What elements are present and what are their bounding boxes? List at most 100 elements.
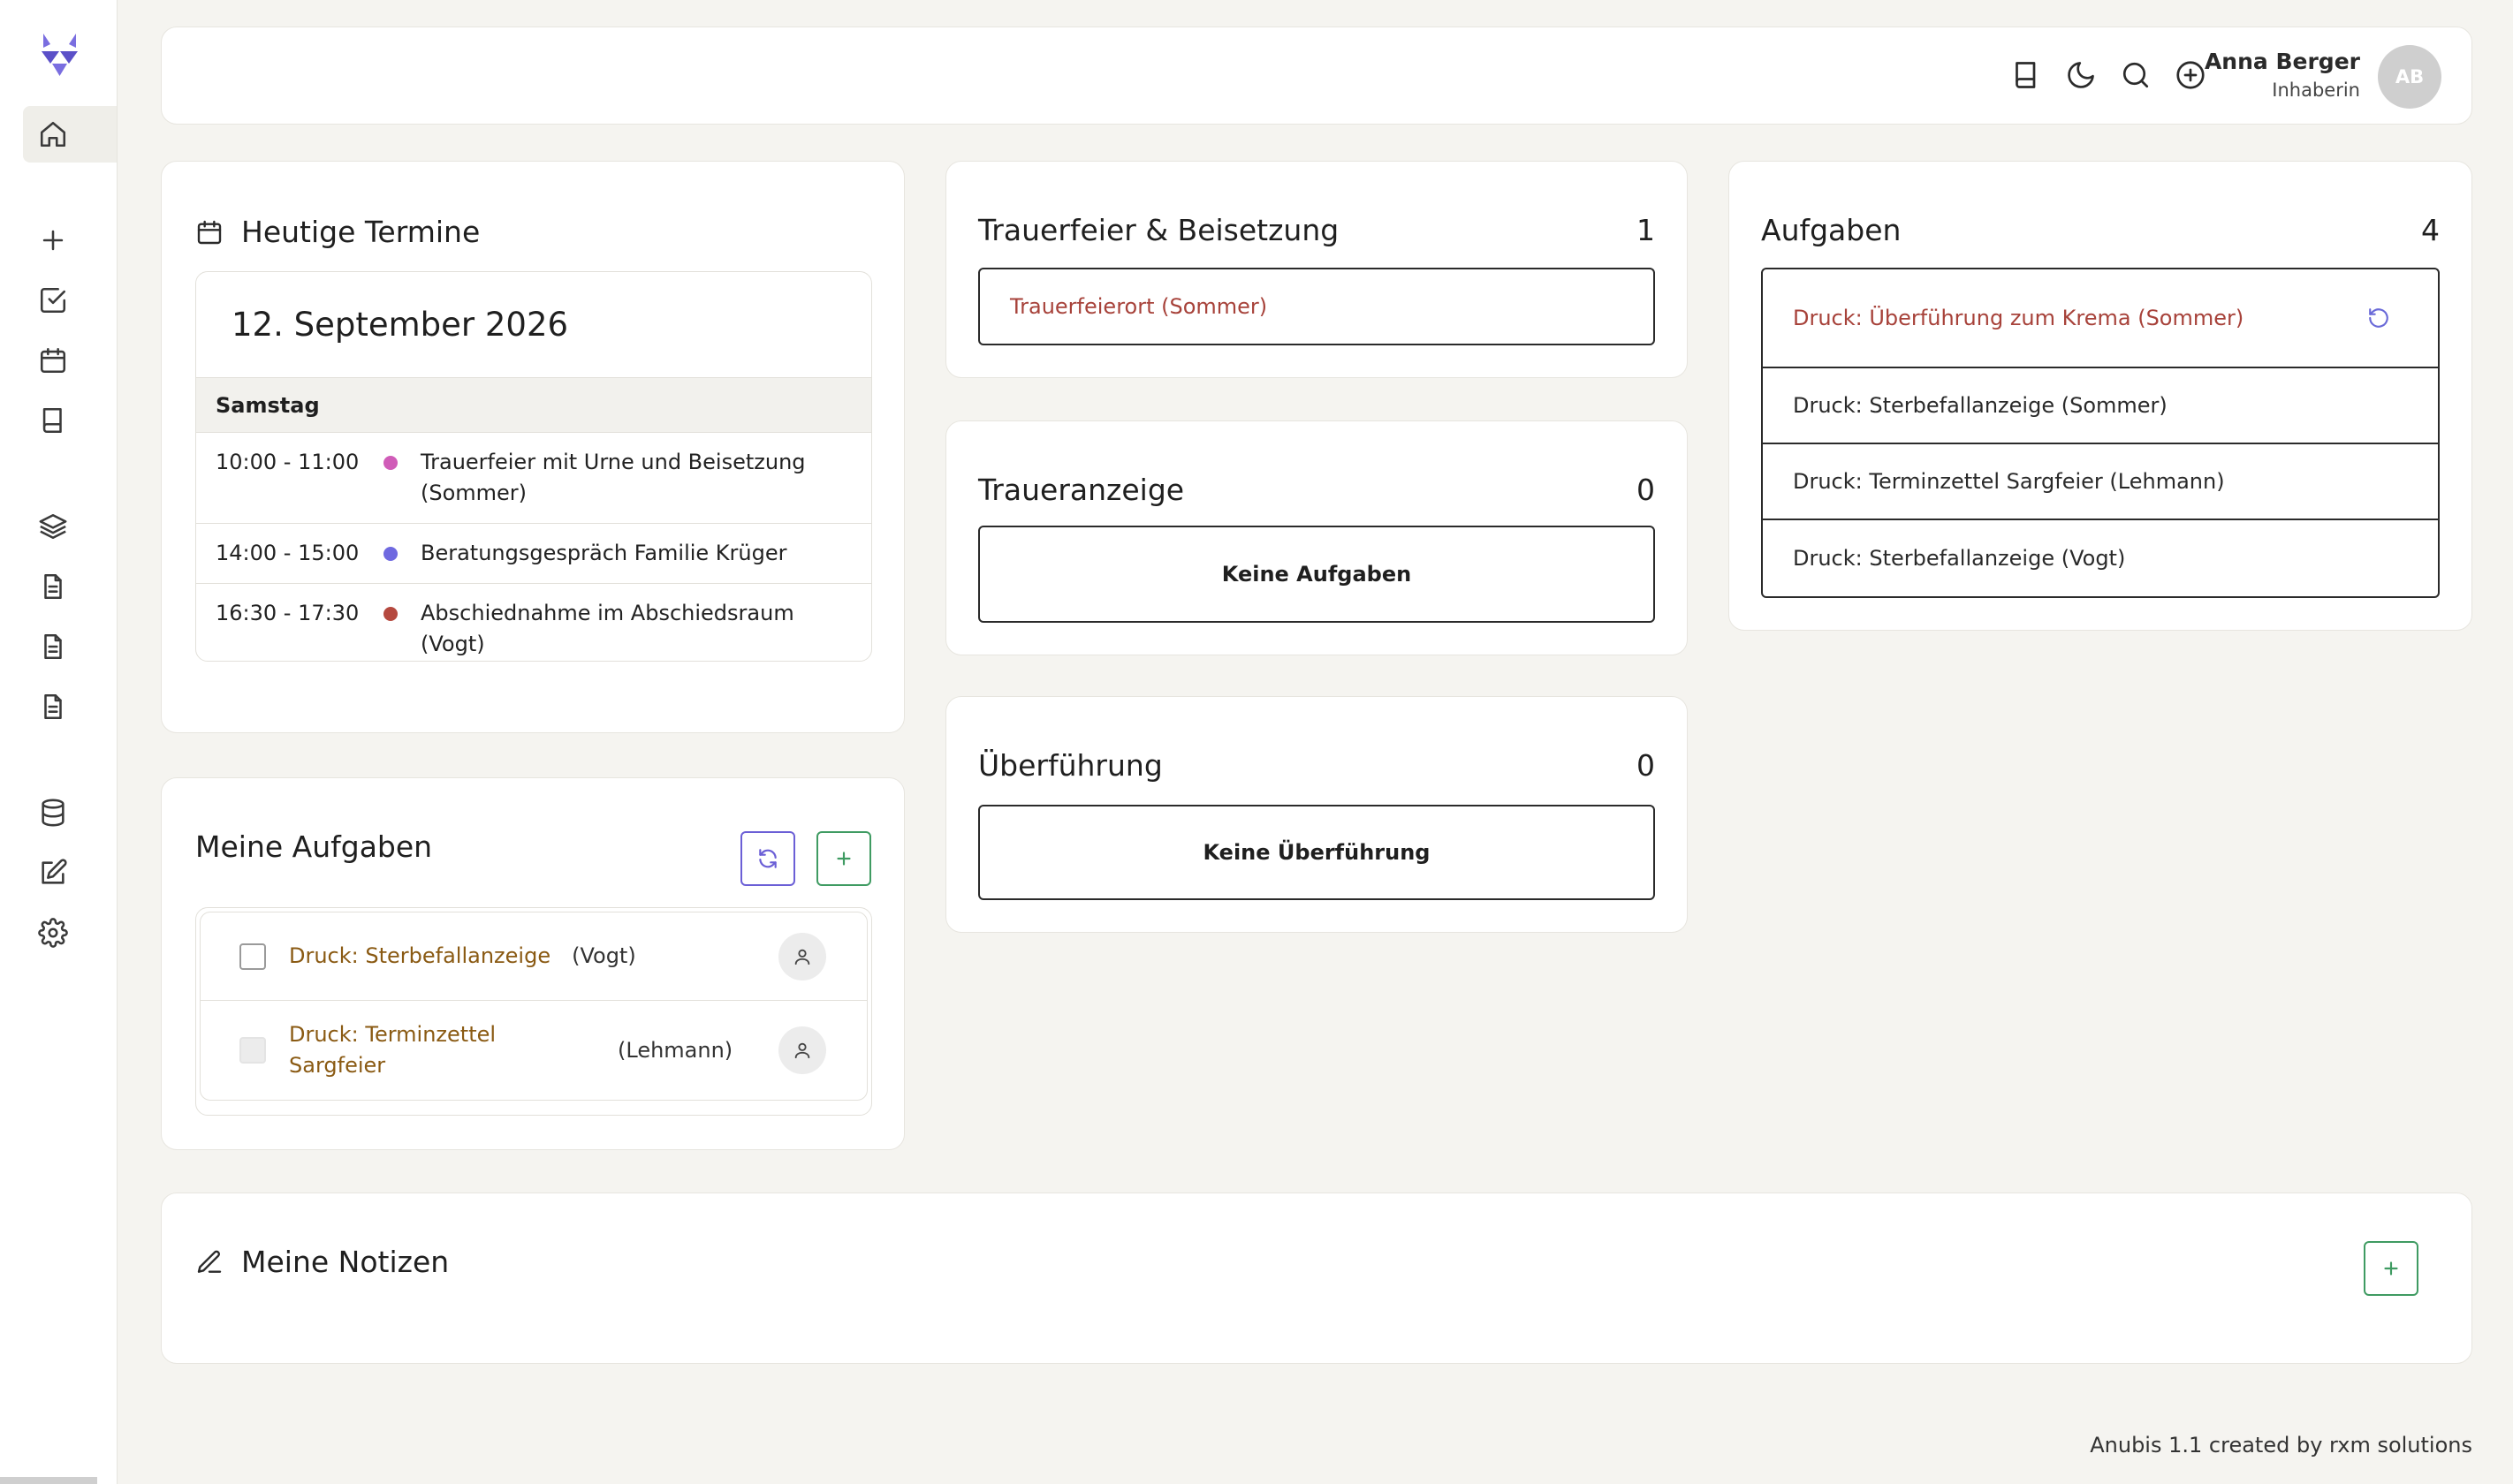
obituary-title: Traueranzeige xyxy=(978,473,1185,507)
obituary-count: 0 xyxy=(1636,473,1655,507)
obituary-empty: Keine Aufgaben xyxy=(978,526,1655,623)
nav-edit[interactable] xyxy=(23,844,117,901)
refresh-icon xyxy=(756,847,779,870)
task-checkbox[interactable] xyxy=(239,943,266,970)
funeral-card: Trauerfeier & Beisetzung 1 Trauerfeieror… xyxy=(945,161,1688,378)
nav-calendar[interactable] xyxy=(23,332,117,389)
appointment-row[interactable]: 14:00 - 15:00 Beratungsgespräch Familie … xyxy=(196,524,871,584)
moon-icon[interactable] xyxy=(2065,59,2097,91)
nav-document-1[interactable] xyxy=(23,558,117,615)
task-item-label: Druck: Überführung zum Krema (Sommer) xyxy=(1793,306,2244,330)
book-icon xyxy=(38,405,68,435)
nav-home[interactable] xyxy=(23,106,117,163)
today-appointments-header: Heutige Termine xyxy=(195,215,480,249)
plus-icon xyxy=(832,847,855,870)
assign-user-button[interactable] xyxy=(778,932,826,980)
database-icon xyxy=(38,798,68,828)
user-icon xyxy=(793,1041,812,1060)
appointment-dot xyxy=(383,547,398,561)
task-case: (Vogt) xyxy=(572,943,636,968)
assign-user-button[interactable] xyxy=(778,1026,826,1074)
my-tasks-title: Meine Aufgaben xyxy=(195,829,433,864)
transfer-empty: Keine Überführung xyxy=(978,805,1655,900)
nav-add[interactable] xyxy=(23,212,117,269)
today-appointments-title: Heutige Termine xyxy=(241,215,481,249)
document-icon xyxy=(38,572,68,602)
nav-layers[interactable] xyxy=(23,498,117,555)
search-icon[interactable] xyxy=(2120,59,2152,91)
pen-icon xyxy=(195,1248,224,1276)
task-link[interactable]: Druck: Sterbefallanzeige xyxy=(289,941,550,972)
transfer-title: Überführung xyxy=(978,748,1163,783)
task-item[interactable]: Druck: Sterbefallanzeige (Sommer) xyxy=(1763,368,2438,444)
add-task-button[interactable] xyxy=(816,831,871,886)
task-row[interactable]: Druck: Terminzettel Sargfeier (Lehmann) xyxy=(201,1001,867,1100)
task-item[interactable]: Druck: Terminzettel Sargfeier (Lehmann) xyxy=(1763,444,2438,520)
appointment-row[interactable]: 10:00 - 11:00 Trauerfeier mit Urne und B… xyxy=(196,433,871,524)
anubis-logo[interactable] xyxy=(40,32,80,78)
nav-book[interactable] xyxy=(23,392,117,449)
calendar-icon xyxy=(195,218,224,246)
check-square-icon xyxy=(38,285,68,315)
notes-header: Meine Notizen xyxy=(195,1245,449,1279)
appointment-title: Beratungsgespräch Familie Krüger xyxy=(421,541,787,565)
refresh-tasks-button[interactable] xyxy=(740,831,795,886)
document-icon xyxy=(38,632,68,662)
task-link[interactable]: Druck: Terminzettel Sargfeier xyxy=(289,1019,554,1081)
calendar-date: 12. September 2026 xyxy=(196,272,871,378)
funeral-item[interactable]: Trauerfeierort (Sommer) xyxy=(978,268,1655,345)
obituary-card: Traueranzeige 0 Keine Aufgaben xyxy=(945,420,1688,655)
user-icon xyxy=(793,947,812,966)
nav-tasks[interactable] xyxy=(23,272,117,329)
notes-title: Meine Notizen xyxy=(241,1245,450,1279)
undo-icon[interactable] xyxy=(2367,307,2390,329)
my-tasks-list: Druck: Sterbefallanzeige (Vogt) Druck: T… xyxy=(195,907,872,1116)
tasks-card: Aufgaben 4 Druck: Überführung zum Krema … xyxy=(1728,161,2472,631)
funeral-item-label: Trauerfeierort (Sommer) xyxy=(1010,294,1268,319)
nav-settings[interactable] xyxy=(23,905,117,961)
funeral-title: Trauerfeier & Beisetzung xyxy=(978,213,1340,247)
nav-document-2[interactable] xyxy=(23,618,117,675)
appointment-dot xyxy=(383,456,398,470)
sidebar-scrollbar[interactable] xyxy=(0,1477,97,1484)
appointment-time: 10:00 - 11:00 xyxy=(216,450,360,474)
tasks-count: 4 xyxy=(2421,213,2440,247)
plus-icon xyxy=(38,225,68,255)
my-tasks-card: Meine Aufgaben Druck: Sterbefallanzeige … xyxy=(161,777,905,1150)
appointment-dot xyxy=(383,607,398,621)
funeral-count: 1 xyxy=(1636,213,1655,247)
task-case: (Lehmann) xyxy=(618,1037,733,1063)
add-note-button[interactable] xyxy=(2364,1241,2418,1296)
user-info[interactable]: Anna Berger Inhaberin xyxy=(2205,49,2360,101)
nav-database[interactable] xyxy=(23,784,117,841)
task-item[interactable]: Druck: Sterbefallanzeige (Vogt) xyxy=(1763,520,2438,596)
avatar[interactable]: AB xyxy=(2378,45,2441,109)
day-calendar: 12. September 2026 Samstag 10:00 - 11:00… xyxy=(195,271,872,662)
today-appointments-card: Heutige Termine 12. September 2026 Samst… xyxy=(161,161,905,733)
notes-card: Meine Notizen xyxy=(161,1192,2472,1364)
nav-document-3[interactable] xyxy=(23,678,117,735)
task-item-label: Druck: Terminzettel Sargfeier (Lehmann) xyxy=(1793,469,2225,494)
book-icon[interactable] xyxy=(2010,59,2042,91)
task-item-label: Druck: Sterbefallanzeige (Vogt) xyxy=(1793,546,2126,571)
user-name: Anna Berger xyxy=(2204,49,2360,74)
plus-circle-icon[interactable] xyxy=(2175,59,2206,91)
plus-icon xyxy=(2380,1257,2403,1280)
topbar-actions xyxy=(2010,59,2206,91)
footer-credit: Anubis 1.1 created by rxm solutions xyxy=(2090,1433,2472,1458)
appointment-title: Trauerfeier mit Urne und Beisetzung (Som… xyxy=(421,450,806,505)
gear-icon xyxy=(38,918,68,948)
appointment-row[interactable]: 16:30 - 17:30 Abschiednahme im Abschieds… xyxy=(196,584,871,661)
document-icon xyxy=(38,692,68,722)
appointment-time: 14:00 - 15:00 xyxy=(216,541,360,565)
task-row[interactable]: Druck: Sterbefallanzeige (Vogt) xyxy=(201,912,867,1001)
topbar: Anna Berger Inhaberin AB xyxy=(161,26,2472,125)
appointment-title: Abschiednahme im Abschiedsraum (Vogt) xyxy=(421,601,794,656)
tasks-title: Aufgaben xyxy=(1761,213,1902,247)
task-checkbox[interactable] xyxy=(239,1037,266,1064)
calendar-icon xyxy=(38,345,68,375)
calendar-weekday: Samstag xyxy=(196,378,871,433)
task-item[interactable]: Druck: Überführung zum Krema (Sommer) xyxy=(1763,269,2438,368)
home-icon xyxy=(38,119,68,149)
transfer-card: Überführung 0 Keine Überführung xyxy=(945,696,1688,933)
